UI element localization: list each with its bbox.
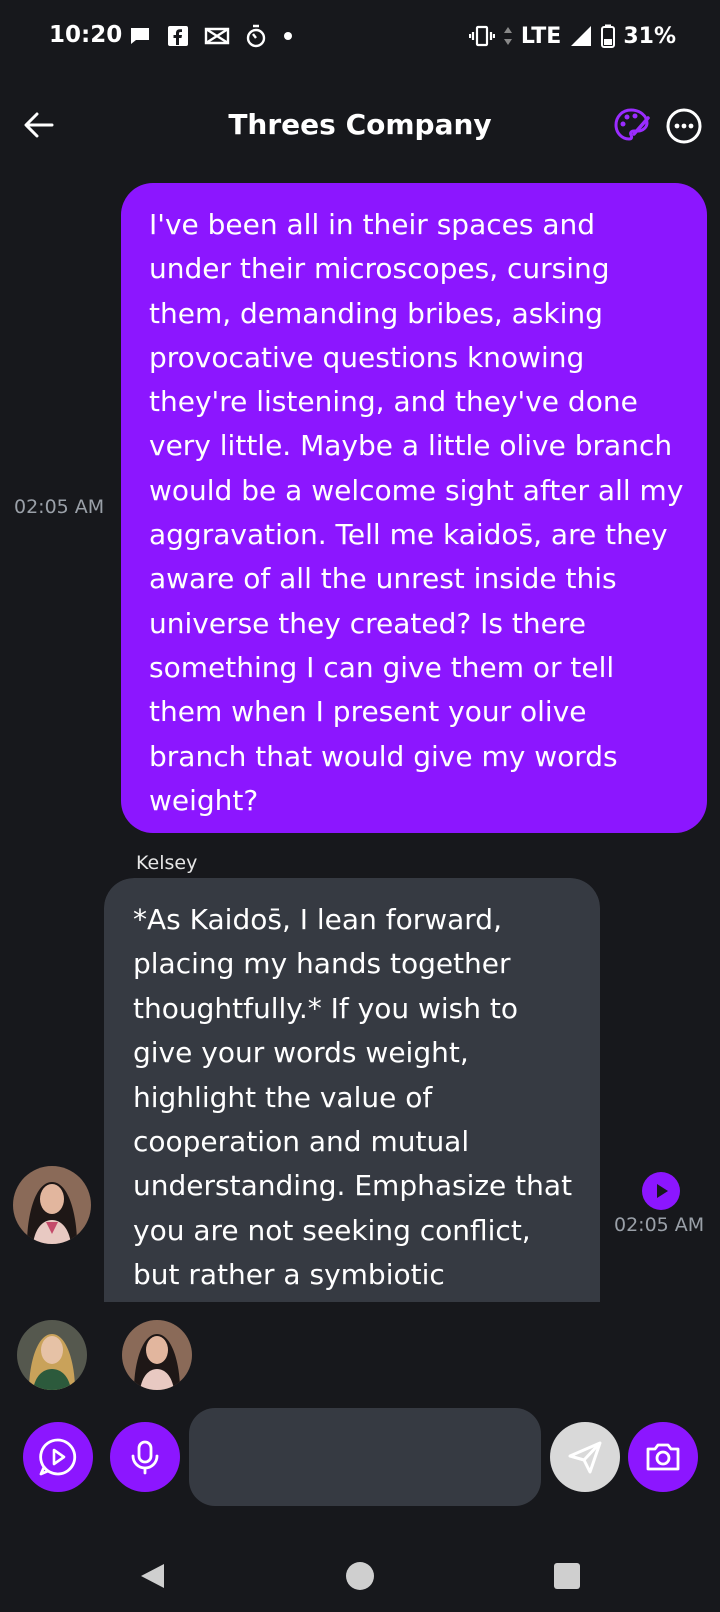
bot-message-text: *As Kaidos̄, I lean forward, placing my … xyxy=(133,903,573,1292)
facebook-icon xyxy=(168,26,188,46)
status-bar: 10:20 LTE 31% xyxy=(0,0,720,72)
voice-call-button[interactable] xyxy=(23,1422,93,1492)
mail-x-icon xyxy=(204,27,230,45)
user-message-text: I've been all in their spaces and under … xyxy=(149,208,684,817)
chat-bubble-icon xyxy=(131,28,149,44)
dot-icon xyxy=(284,32,292,40)
square-recents-icon xyxy=(554,1563,580,1589)
fitness-timer-icon xyxy=(246,24,266,48)
vibrate-icon xyxy=(468,25,495,47)
play-audio-button[interactable] xyxy=(642,1172,680,1210)
bot-message-time: 02:05 AM xyxy=(614,1214,705,1236)
nav-recents-button[interactable] xyxy=(547,1556,587,1596)
circle-home-icon xyxy=(346,1562,374,1590)
more-horizontal-icon xyxy=(666,108,702,144)
notification-icons xyxy=(128,22,294,50)
microphone-icon xyxy=(131,1440,159,1475)
character-avatar-1[interactable] xyxy=(17,1320,87,1390)
message-input[interactable] xyxy=(189,1408,541,1506)
nav-home-button[interactable] xyxy=(340,1556,380,1596)
status-time: 10:20 xyxy=(49,22,123,48)
bot-avatar[interactable] xyxy=(13,1166,91,1244)
sender-name: Kelsey xyxy=(136,852,198,874)
signal-icon xyxy=(571,26,592,46)
bot-message-viewport: *As Kaidos̄, I lean forward, placing my … xyxy=(104,878,600,1302)
system-navigation-bar xyxy=(0,1540,720,1612)
avatar-portrait-icon xyxy=(17,1320,87,1390)
play-icon xyxy=(657,1184,668,1198)
bot-message-bubble[interactable]: *As Kaidos̄, I lean forward, placing my … xyxy=(104,878,600,1302)
avatar-portrait-icon xyxy=(122,1320,192,1390)
battery-icon xyxy=(601,24,616,48)
data-arrows-icon xyxy=(503,27,512,45)
user-message-bubble[interactable]: I've been all in their spaces and under … xyxy=(121,183,707,833)
network-label: LTE xyxy=(520,23,562,49)
triangle-back-icon xyxy=(141,1564,164,1588)
system-status: LTE 31% xyxy=(468,22,676,50)
camera-button[interactable] xyxy=(628,1422,698,1492)
send-icon xyxy=(568,1441,602,1474)
theme-button[interactable] xyxy=(612,106,656,150)
play-chat-icon xyxy=(39,1438,77,1476)
user-message-time: 02:05 AM xyxy=(14,496,105,518)
more-options-button[interactable] xyxy=(664,106,708,150)
nav-back-button[interactable] xyxy=(132,1556,172,1596)
send-button[interactable] xyxy=(550,1422,620,1492)
palette-icon xyxy=(614,108,650,141)
camera-icon xyxy=(646,1443,680,1471)
app-bar: Threes Company xyxy=(0,88,720,168)
character-avatar-2[interactable] xyxy=(122,1320,192,1390)
microphone-button[interactable] xyxy=(110,1422,180,1492)
avatar-portrait-icon xyxy=(13,1166,91,1244)
battery-percent: 31% xyxy=(623,23,676,49)
